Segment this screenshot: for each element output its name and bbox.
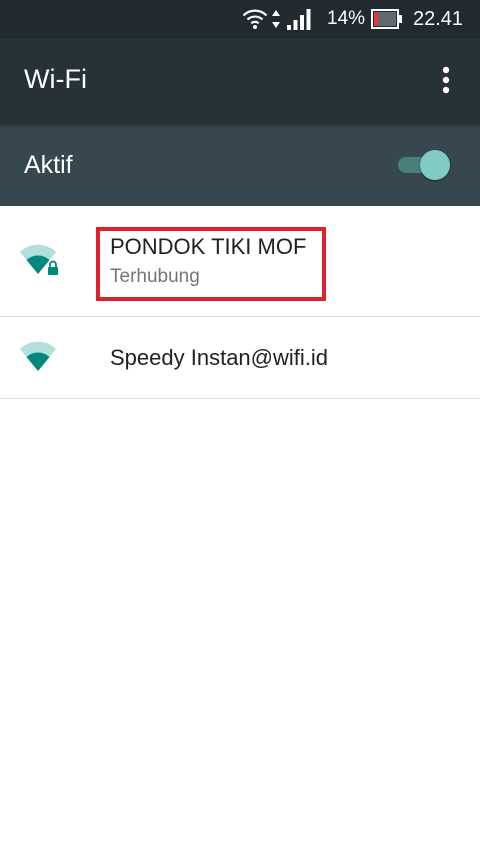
wifi-master-switch-bar[interactable]: Aktif bbox=[0, 124, 480, 206]
wifi-icon bbox=[242, 0, 268, 38]
cell-signal-icon bbox=[286, 0, 312, 38]
battery-percent: 14% bbox=[327, 8, 366, 29]
more-vert-icon[interactable] bbox=[428, 62, 464, 98]
status-bar: 14% 22.41 bbox=[0, 0, 480, 38]
clock: 22.41 bbox=[413, 7, 464, 30]
switch-thumb bbox=[420, 150, 450, 180]
toolbar: Wi-Fi bbox=[0, 38, 480, 124]
wifi-signal-icon bbox=[18, 341, 60, 375]
wifi-network-item[interactable]: PONDOK TIKI MOF Terhubung bbox=[0, 206, 480, 317]
page-title: Wi-Fi bbox=[24, 64, 87, 94]
wifi-toggle[interactable] bbox=[396, 149, 454, 181]
data-activity-icon bbox=[270, 0, 282, 38]
wifi-network-item[interactable]: Speedy Instan@wifi.id bbox=[0, 317, 480, 399]
wifi-network-list: PONDOK TIKI MOF Terhubung Speedy Instan@… bbox=[0, 206, 480, 399]
switch-label: Aktif bbox=[24, 151, 73, 179]
highlight-box bbox=[96, 227, 326, 301]
wifi-ssid: Speedy Instan@wifi.id bbox=[110, 345, 329, 370]
battery-low-icon bbox=[371, 0, 403, 38]
wifi-signal-locked-icon bbox=[18, 244, 60, 278]
